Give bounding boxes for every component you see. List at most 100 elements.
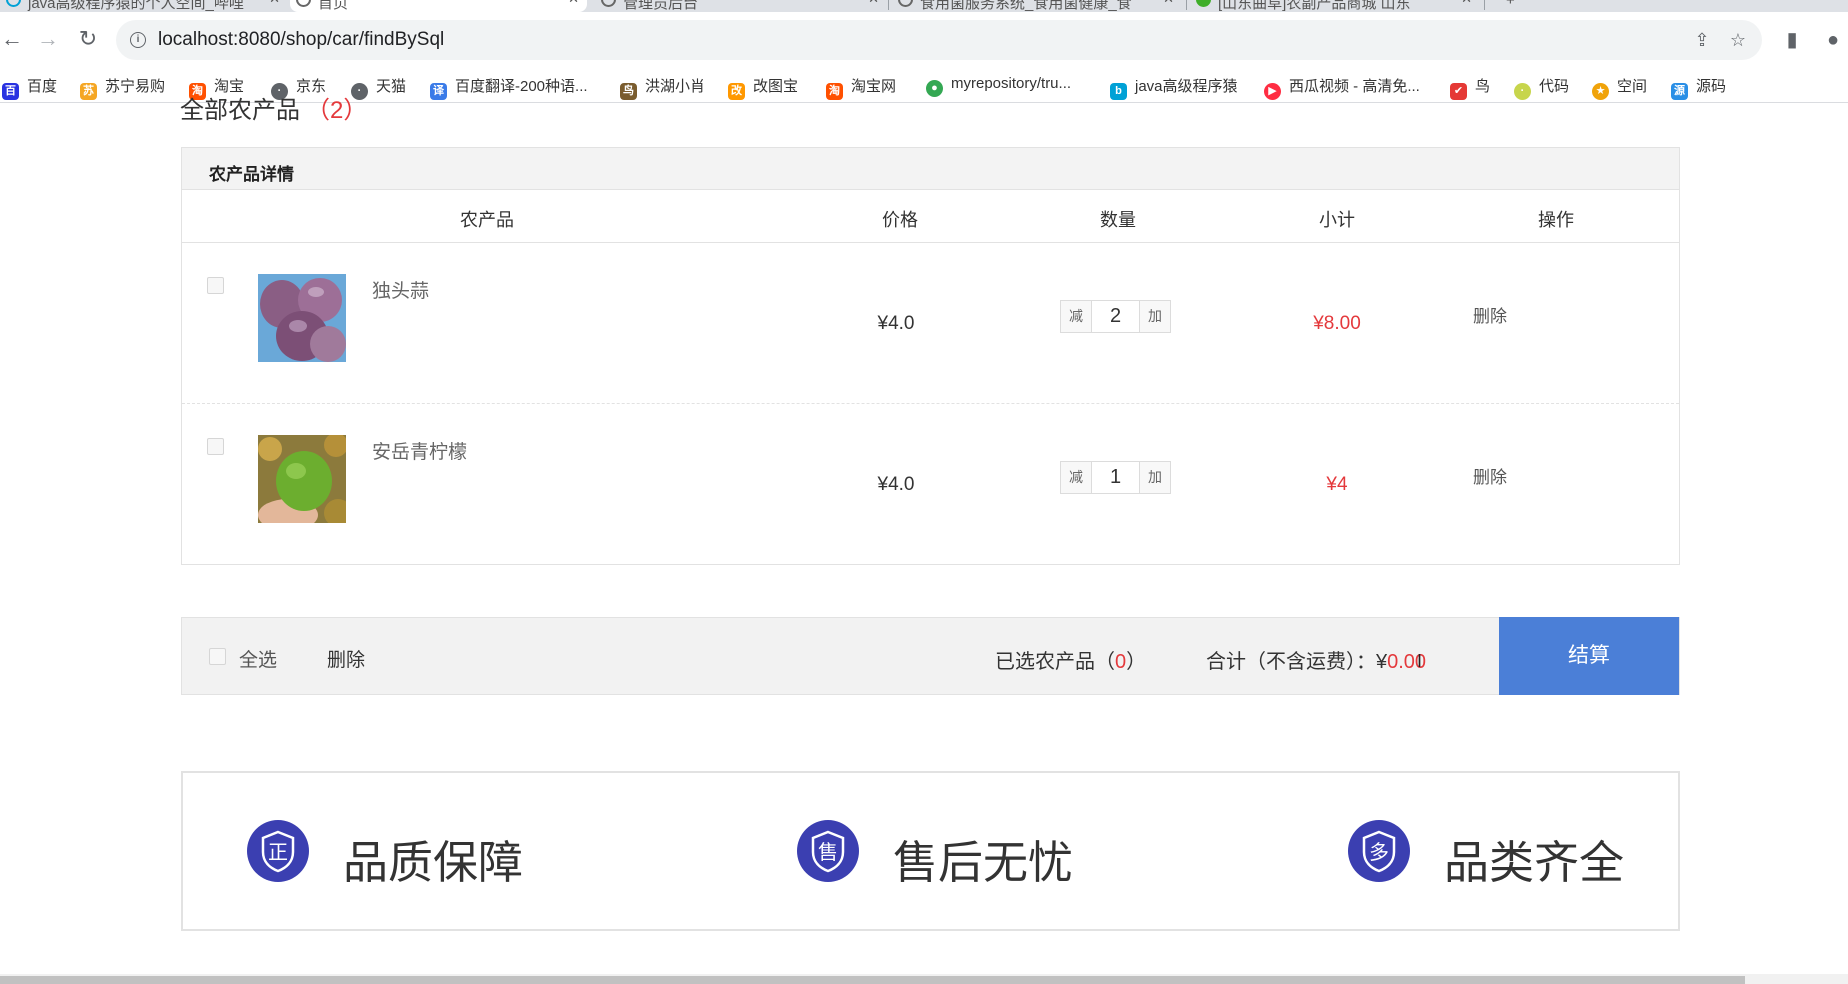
checkout-button[interactable]: 结算 (1499, 617, 1679, 695)
select-all-checkbox[interactable] (209, 648, 226, 665)
quantity-stepper: 减 2 加 (1060, 300, 1175, 333)
tab-separator (888, 0, 889, 10)
tab-mushroom[interactable]: 食用菌服务系统_食用菌健康_食 ✕ (892, 0, 1182, 12)
badge-char: 正 (268, 840, 288, 864)
bookmark-item[interactable]: ✔ 鸟 (1450, 75, 1491, 100)
variety-badge-icon: 多 (1348, 820, 1410, 882)
bookmark-label: 鸟 (1475, 78, 1491, 95)
bookmark-item[interactable]: 百百度 (2, 75, 57, 100)
decrease-button[interactable]: 减 (1060, 300, 1092, 333)
close-icon[interactable]: ✕ (1461, 0, 1472, 7)
close-icon[interactable]: ✕ (868, 0, 879, 7)
browser-toolbar: ← → ↻ i localhost:8080/shop/car/findBySq… (0, 12, 1848, 68)
gaitubao-icon: 改 (728, 83, 745, 100)
quantity-stepper: 减 1 加 (1060, 461, 1175, 494)
cart-table: 农产品详情 农产品 价格 数量 小计 操作 独头蒜 ¥4.0 减 2 加 ¥8.… (181, 147, 1680, 565)
cart-summary-bar: 全选 删除 已选农产品（0） 合计（不含运费）：¥0.00 结算 (181, 617, 1680, 695)
tab-bilibili[interactable]: java高级程序猿的个人空间_哔哩 ✕ (0, 0, 288, 12)
bookmark-item[interactable]: ● myrepository/tru... (926, 75, 1071, 97)
scrollbar-thumb[interactable] (0, 976, 1745, 984)
delete-selected-link[interactable]: 删除 (327, 645, 365, 672)
product-name[interactable]: 安岳青柠檬 (372, 437, 467, 464)
back-button[interactable]: ← (0, 27, 24, 51)
promise-text: 品质保障 (343, 837, 524, 888)
reload-button[interactable]: ↻ (76, 27, 100, 51)
increase-button[interactable]: 加 (1139, 300, 1171, 333)
bilibili-icon: b (1110, 83, 1127, 100)
bilibili-icon (6, 0, 21, 7)
increase-button[interactable]: 加 (1139, 461, 1171, 494)
tab-admin[interactable]: 管理员后台 ✕ (595, 0, 887, 12)
close-icon[interactable]: ✕ (568, 0, 579, 7)
site-icon (1196, 0, 1211, 7)
address-bar[interactable]: i localhost:8080/shop/car/findBySql ⇪ ☆ (116, 20, 1762, 60)
xigua-icon: ▶ (1264, 83, 1281, 100)
tab-home[interactable]: 首页 ✕ (290, 0, 587, 12)
new-tab-button[interactable]: + (1500, 0, 1526, 12)
bookmark-item[interactable]: 译百度翻译-200种语... (430, 75, 588, 100)
bookmark-label: 改图宝 (753, 78, 799, 95)
unit-price: ¥4.0 (877, 313, 915, 334)
tab-label: [山东曲阜]农副产品商城 山东 (1218, 0, 1411, 12)
promise-text: 品类齐全 (1444, 837, 1625, 888)
globe-icon (296, 0, 311, 7)
bookmark-label: 天猫 (376, 78, 407, 95)
selected-count-value: 0 (1115, 651, 1127, 673)
bookmark-item[interactable]: 淘淘宝网 (826, 75, 896, 100)
product-image-garlic[interactable] (258, 274, 346, 362)
forward-button[interactable]: → (36, 27, 60, 51)
total-currency: ¥ (1376, 651, 1388, 673)
cart-caption: 农产品详情 (182, 148, 1679, 190)
table-row: 安岳青柠檬 ¥4.0 减 1 加 ¥4 删除 (182, 404, 1679, 565)
tab-strip: java高级程序猿的个人空间_哔哩 ✕ 首页 ✕ 管理员后台 ✕ 食用菌服务系统… (0, 0, 1848, 12)
info-icon[interactable]: i (130, 32, 146, 48)
bookmark-label: 空间 (1617, 78, 1648, 95)
profile-avatar-icon[interactable]: ● (1820, 27, 1846, 53)
url-text[interactable]: localhost:8080/shop/car/findBySql (158, 29, 444, 51)
badge-char: 多 (1369, 840, 1389, 864)
selected-label: 已选农产品（ (995, 651, 1115, 673)
quantity-input[interactable]: 1 (1092, 461, 1139, 494)
delete-link[interactable]: 删除 (1473, 302, 1507, 327)
bookmark-item[interactable]: ★ 空间 (1592, 75, 1648, 100)
column-header-actions: 操作 (1538, 210, 1574, 230)
item-subtotal: ¥8.00 (1313, 313, 1361, 334)
bookmark-item[interactable]: 鸟洪湖小肖 (620, 75, 705, 100)
bookmark-item[interactable]: 改改图宝 (728, 75, 799, 100)
bookmark-item[interactable]: 苏苏宁易购 (80, 75, 165, 100)
bookmark-item[interactable]: · 代码 (1514, 75, 1569, 100)
side-panel-icon[interactable]: ▮ (1779, 27, 1805, 53)
bookmark-item[interactable]: ▶ 西瓜视频 - 高清免... (1264, 75, 1420, 100)
quality-badge-icon: 正 (247, 820, 309, 882)
share-icon[interactable]: ⇪ (1690, 28, 1714, 52)
tab-label: 管理员后台 (623, 0, 699, 12)
bird-icon: 鸟 (620, 83, 637, 100)
item-checkbox[interactable] (207, 277, 224, 294)
tab-label: java高级程序猿的个人空间_哔哩 (28, 0, 244, 12)
tab-shop[interactable]: [山东曲阜]农副产品商城 山东 ✕ (1190, 0, 1480, 12)
service-promises: 正 品质保障 售 售后无忧 多 品类齐全 (181, 771, 1680, 931)
decrease-button[interactable]: 减 (1060, 461, 1092, 494)
close-icon[interactable]: ✕ (1163, 0, 1174, 7)
bookmark-label: 源码 (1696, 78, 1727, 95)
suning-icon: 苏 (80, 83, 97, 100)
item-count: （2） (306, 97, 368, 124)
close-icon[interactable]: ✕ (269, 0, 280, 7)
select-all-label[interactable]: 全选 (239, 645, 277, 672)
plus-icon: + (1506, 0, 1515, 9)
total-price: 合计（不含运费）：¥0.00 (1206, 645, 1426, 674)
bookmark-label: 百度翻译-200种语... (455, 78, 588, 95)
garlic-photo (258, 274, 346, 362)
selected-count: 已选农产品（0） (995, 645, 1146, 674)
product-name[interactable]: 独头蒜 (372, 276, 429, 303)
column-header-price: 价格 (882, 210, 918, 230)
horizontal-scrollbar[interactable] (0, 974, 1848, 984)
star-icon[interactable]: ☆ (1726, 28, 1750, 52)
tab-separator (1186, 0, 1187, 10)
item-checkbox[interactable] (207, 438, 224, 455)
bookmark-item[interactable]: b java高级程序猿 (1110, 75, 1238, 100)
delete-link[interactable]: 删除 (1473, 463, 1507, 488)
product-image-lemon[interactable] (258, 435, 346, 523)
bookmark-item[interactable]: 源源码 (1671, 75, 1727, 100)
quantity-input[interactable]: 2 (1092, 300, 1139, 333)
